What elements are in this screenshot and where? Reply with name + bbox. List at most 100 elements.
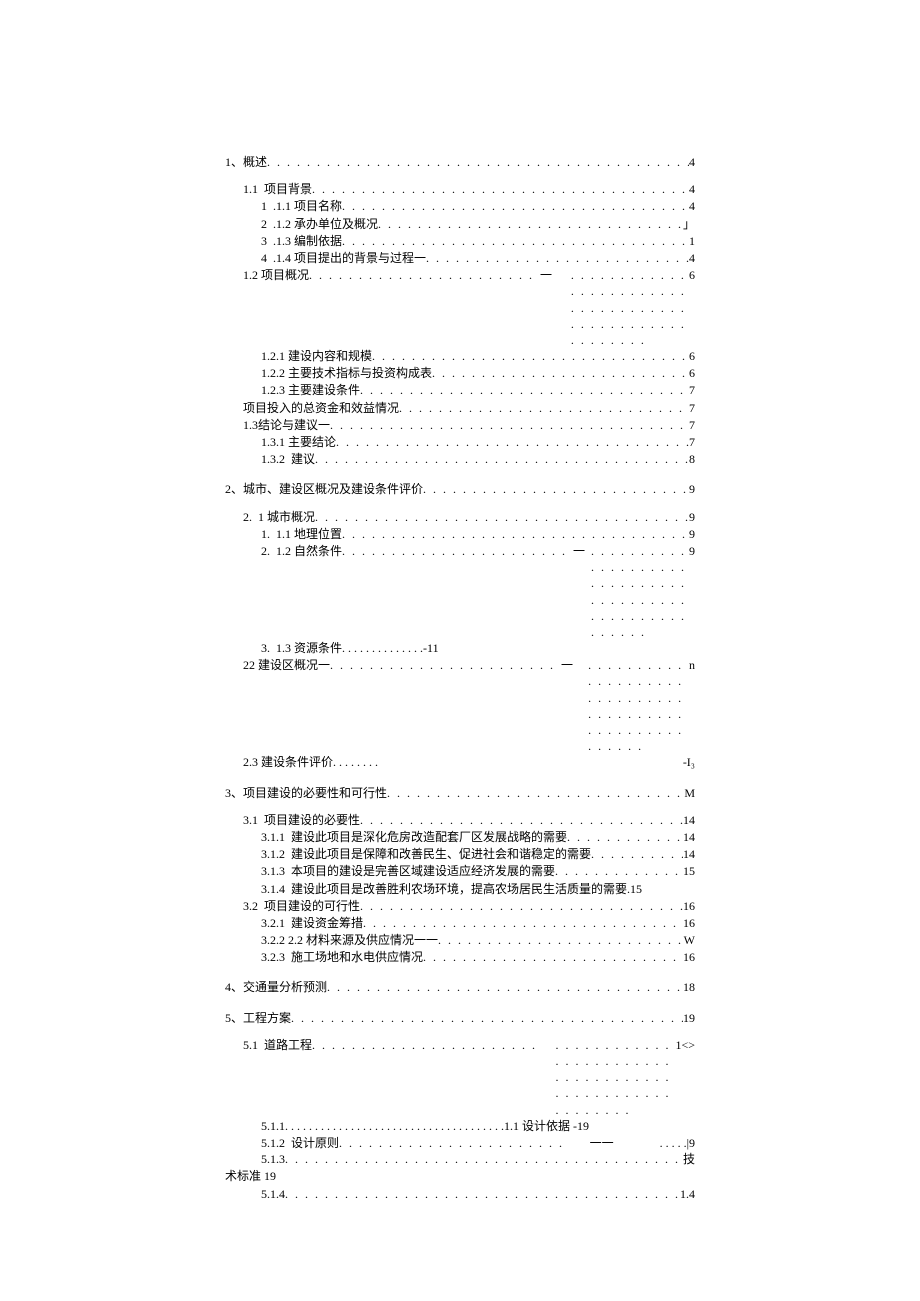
toc-entry: 1.3.1 主要结论 7 bbox=[225, 434, 695, 450]
toc-title: 建设此项目是保障和改善民生、促进社会和谐稳定的需要 bbox=[291, 846, 591, 862]
leader-dots bbox=[315, 451, 689, 467]
toc-chapter-1: 1、 概述 4 bbox=[225, 154, 695, 170]
toc-title: 项目建设的可行性 bbox=[264, 898, 360, 914]
toc-page-num: 4 bbox=[689, 250, 695, 266]
toc-num: 2. bbox=[261, 543, 270, 559]
toc-num: 3.1.1 bbox=[261, 829, 285, 845]
toc-title: 项目背景 bbox=[264, 181, 312, 197]
leader-dots bbox=[555, 863, 683, 879]
toc-entry: 5.1.3 技 bbox=[225, 1151, 695, 1167]
toc-page-num: 14 bbox=[683, 812, 695, 828]
toc-entry: 1. 1.1 地理位置 9 bbox=[225, 526, 695, 542]
leader-dots bbox=[591, 846, 683, 862]
toc-page-num: 14 bbox=[683, 829, 695, 845]
toc-mid: 一 bbox=[555, 657, 579, 673]
leader-dots bbox=[267, 154, 689, 170]
toc-num: 2、 bbox=[225, 481, 243, 497]
toc-title: 主要技术指标与投资构成表 bbox=[288, 365, 432, 381]
toc-entry: 2 .1.2 承办单位及概况 」 bbox=[225, 216, 695, 232]
toc-num: 5.1.4 bbox=[261, 1186, 285, 1202]
toc-page-num: n bbox=[689, 657, 695, 673]
toc-num: 3.1.3 bbox=[261, 863, 285, 879]
toc-entry: 5.1.1 . . . . . . . . . . . . . . . . . … bbox=[225, 1118, 695, 1134]
toc-title: .1.1 项目名称 bbox=[273, 198, 342, 214]
toc-num: 3.2.3 bbox=[261, 949, 285, 965]
toc-page-num: 14 bbox=[683, 846, 695, 862]
toc-title: 建议 bbox=[291, 451, 315, 467]
toc-page-num: 9 bbox=[689, 543, 695, 559]
leader-dots bbox=[315, 509, 689, 525]
leader-dots bbox=[360, 898, 683, 914]
toc-entry: 3 .1.3 编制依据 1 bbox=[225, 233, 695, 249]
toc-num: 5.1.3 bbox=[261, 1151, 285, 1167]
toc-entry: 1.3 结论与建议一 7 bbox=[225, 417, 695, 433]
leader-dots bbox=[312, 181, 689, 197]
toc-num: 1.3.2 bbox=[261, 451, 285, 467]
leader-dots bbox=[432, 365, 689, 381]
leader-dots bbox=[387, 785, 684, 801]
toc-entry: 3.2.1 建设资金筹措 16 bbox=[225, 915, 695, 931]
toc-page-num: 16 bbox=[683, 915, 695, 931]
toc-title: 2.3 建设条件评价 bbox=[243, 754, 333, 770]
leader-dots bbox=[336, 434, 689, 450]
toc-title: 建设此项目是深化危房改造配套厂区发展战略的需要 bbox=[291, 829, 567, 845]
toc-num: 1 bbox=[261, 198, 267, 214]
toc-title: 建设内容和规模 bbox=[288, 348, 372, 364]
toc-num: 3 bbox=[261, 233, 267, 249]
toc-page-num: 6 bbox=[689, 267, 695, 283]
toc-title: 项目建设的必要性和可行性 bbox=[243, 785, 387, 801]
toc-page-num: 19 bbox=[683, 1010, 695, 1026]
leader-dots bbox=[360, 382, 689, 398]
leader-dots bbox=[291, 1010, 683, 1026]
toc-num: 5.1 bbox=[243, 1037, 258, 1053]
leader-dots bbox=[378, 216, 683, 232]
toc-num: 3.1.4 bbox=[261, 881, 285, 897]
toc-title: 建设资金筹措 bbox=[291, 915, 363, 931]
toc-entry: 1.2.1 建设内容和规模 6 bbox=[225, 348, 695, 364]
toc-entry: 1.1 项目背景 4 bbox=[225, 181, 695, 197]
toc-page-num: 1 bbox=[689, 233, 695, 249]
leader-dots bbox=[330, 417, 689, 433]
toc-title: 项目投入的总资金和效益情况 bbox=[243, 400, 399, 416]
toc-title: 工程方案 bbox=[243, 1010, 291, 1026]
toc-entry: 3.1.2 建设此项目是保障和改善民生、促进社会和谐稳定的需要 14 bbox=[225, 846, 695, 862]
toc-chapter-2: 2、 城市、建设区概况及建设条件评价 9 bbox=[225, 481, 695, 497]
toc-num: 3、 bbox=[225, 785, 243, 801]
toc-title: .1.4 项目提出的背景与过程一 bbox=[273, 250, 426, 266]
toc-num: 2. bbox=[243, 509, 252, 525]
toc-num: 3. bbox=[261, 640, 270, 656]
toc-title: 施工场地和水电供应情况 bbox=[291, 949, 423, 965]
toc-entry: 5.1.4 1.4 bbox=[225, 1186, 695, 1202]
toc-page-num: 6 bbox=[689, 365, 695, 381]
leader-dots bbox=[360, 812, 683, 828]
toc-num: 1.2.1 bbox=[261, 348, 285, 364]
leader-dots bbox=[342, 543, 567, 559]
leader-dots bbox=[285, 1151, 683, 1167]
toc-entry: 3.1.1 建设此项目是深化危房改造配套厂区发展战略的需要 14 bbox=[225, 829, 695, 845]
toc-entry: 3.2 项目建设的可行性 16 bbox=[225, 898, 695, 914]
toc-mid: 一一 bbox=[584, 1135, 620, 1151]
toc-entry: 术标准 19 bbox=[225, 1168, 695, 1184]
leader-dots bbox=[571, 267, 689, 348]
toc-title: 主要结论 bbox=[288, 434, 336, 450]
leader-dots bbox=[588, 657, 689, 754]
leader-dots bbox=[438, 932, 684, 948]
toc-chapter-5: 5、 工程方案 19 bbox=[225, 1010, 695, 1026]
toc-chapter-3: 3、 项目建设的必要性和可行性 M bbox=[225, 785, 695, 801]
toc-page-num: 8 bbox=[689, 451, 695, 467]
toc-num: 3.2.2 2.2 材料来源及供应情况一一 bbox=[261, 932, 438, 948]
toc-title: 设计原则 bbox=[291, 1135, 339, 1151]
toc-page-num: 7 bbox=[689, 434, 695, 450]
toc-page-num: 9 bbox=[689, 481, 695, 497]
toc-title: .1.2 承办单位及概况 bbox=[273, 216, 378, 232]
leader-dots bbox=[591, 543, 689, 640]
toc-tail: 1.1 设计依据 -19 bbox=[504, 1118, 589, 1134]
leader-short: . . . . . . . . . . . . . . . . . . . . … bbox=[285, 1118, 504, 1134]
toc-page-num: 15 bbox=[630, 881, 642, 897]
leader-dots bbox=[342, 526, 689, 542]
toc-num: 4、 bbox=[225, 979, 243, 995]
leader-short: . . . . . . . . bbox=[333, 754, 378, 770]
toc-page: 1、 概述 4 1.1 项目背景 4 1 .1.1 项目名称 4 2 .1.2 … bbox=[0, 0, 920, 1301]
toc-title: .1.3 编制依据 bbox=[273, 233, 342, 249]
toc-title: 1 城市概况 bbox=[258, 509, 315, 525]
